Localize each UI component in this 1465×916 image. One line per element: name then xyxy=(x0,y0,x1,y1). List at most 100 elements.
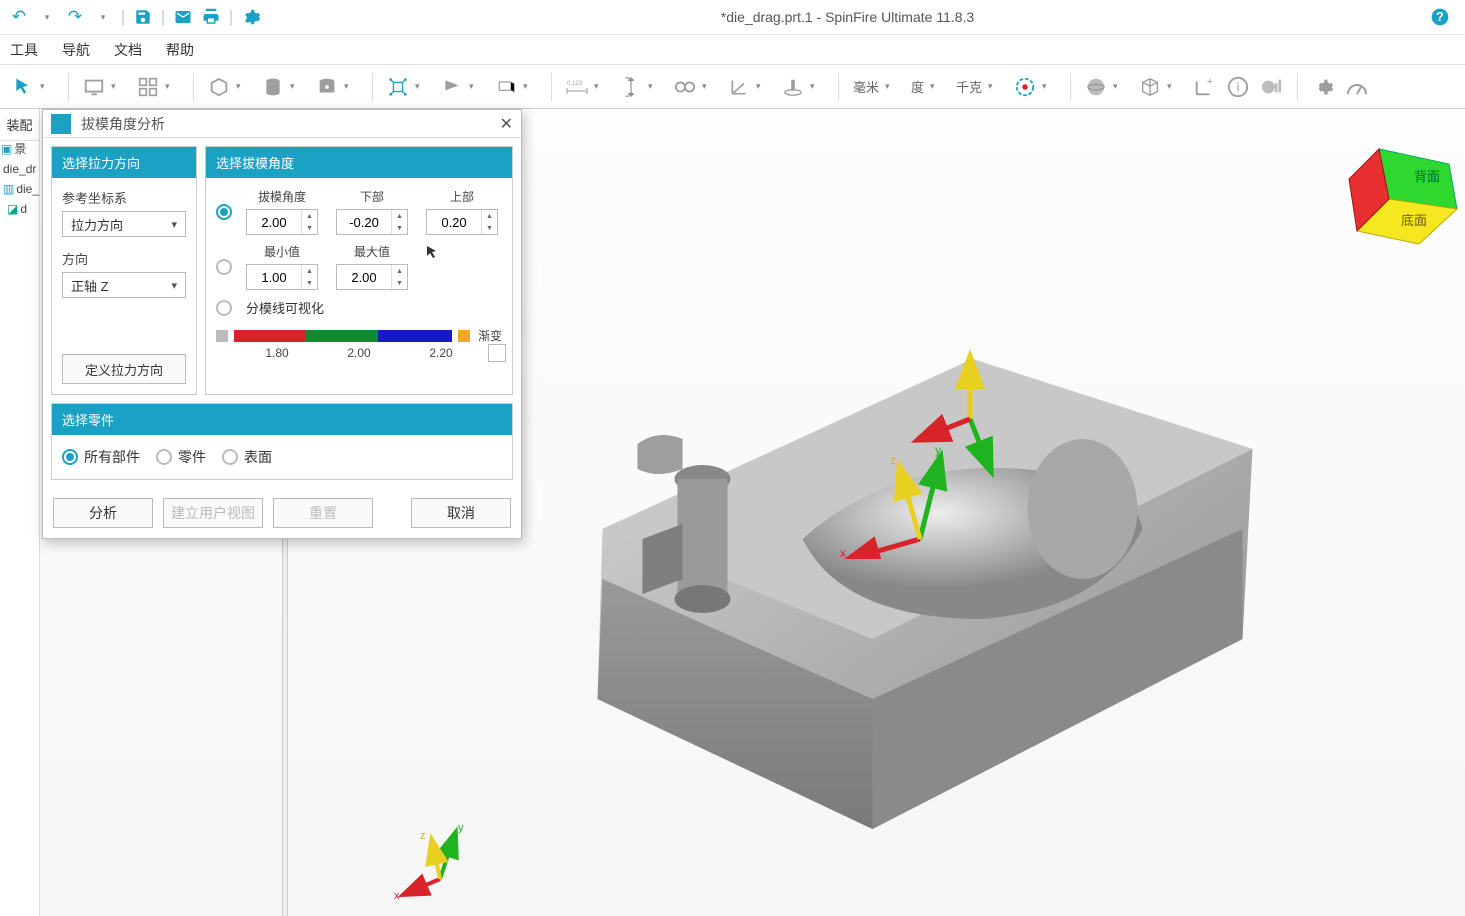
box-nav-icon[interactable] xyxy=(383,72,413,102)
svg-text:z: z xyxy=(890,453,896,467)
menu-tools[interactable]: 工具 xyxy=(10,40,38,60)
close-icon[interactable]: ✕ xyxy=(500,114,513,134)
cube-icon[interactable] xyxy=(204,72,234,102)
dd-icon[interactable]: ▾ xyxy=(930,81,942,92)
angle-mode-radio-1[interactable] xyxy=(216,204,232,220)
spot-icon[interactable] xyxy=(437,72,467,102)
dd-icon[interactable]: ▾ xyxy=(111,81,123,92)
draft-angle-input[interactable]: ▲▼ xyxy=(246,209,318,235)
titlebar: ↶ ▾ ↷ ▾ | | | *die_drag.prt.1 - SpinFire… xyxy=(0,0,1465,35)
model-triad: x y z xyxy=(830,339,1010,559)
print-icon[interactable] xyxy=(198,4,224,30)
gray-swatch xyxy=(216,330,228,342)
dialog-header[interactable]: 拔模角度分析 ✕ xyxy=(43,110,521,138)
gear-cyl-icon[interactable] xyxy=(312,72,342,102)
lower-input[interactable]: ▲▼ xyxy=(336,209,408,235)
menu-nav[interactable]: 导航 xyxy=(62,40,90,60)
reset-button[interactable]: 重置 xyxy=(273,498,373,528)
dd-icon[interactable]: ▾ xyxy=(810,81,822,92)
redo-dd-icon[interactable]: ▾ xyxy=(90,4,116,30)
model-tree[interactable]: ▣景 die_dr ▥die_ ◪d xyxy=(0,139,40,219)
undo-icon[interactable]: ↶ xyxy=(6,4,32,30)
info-icon[interactable]: i xyxy=(1223,72,1253,102)
redo-icon[interactable]: ↷ xyxy=(62,4,88,30)
color-circle-icon[interactable] xyxy=(1010,72,1040,102)
sphere-icon[interactable] xyxy=(1081,72,1111,102)
unit-mass[interactable]: 千克 xyxy=(956,77,982,96)
svg-text:i: i xyxy=(1237,79,1240,94)
screen-icon[interactable] xyxy=(79,72,109,102)
ref-coord-select[interactable]: 拉力方向 xyxy=(62,211,186,237)
main-toolbar: ▾ ▾ ▾ ▾ ▾ ▾ ▾ ▾ ▾ 0.123 ▾ ▾ ▾ ▾ ▾ 毫米 ▾ 度 ▾… xyxy=(0,65,1465,109)
dd-icon[interactable]: ▾ xyxy=(165,81,177,92)
angle-icon[interactable] xyxy=(724,72,754,102)
projection-icon[interactable] xyxy=(491,72,521,102)
dd-icon[interactable]: ▾ xyxy=(344,81,356,92)
axis-plus-icon[interactable]: + xyxy=(1189,72,1219,102)
qat-sep: | xyxy=(158,4,168,30)
cursor-icon xyxy=(426,245,440,259)
parts-all-radio[interactable]: 所有部件 xyxy=(62,447,140,467)
dd-icon[interactable]: ▾ xyxy=(523,81,535,92)
cancel-button[interactable]: 取消 xyxy=(411,498,511,528)
unit-length[interactable]: 毫米 xyxy=(853,77,879,96)
pointer-icon[interactable] xyxy=(8,72,38,102)
probe-icon[interactable] xyxy=(778,72,808,102)
parts-surface-radio[interactable]: 表面 xyxy=(222,447,272,467)
unit-angle[interactable]: 度 xyxy=(911,77,924,96)
vdim-icon[interactable] xyxy=(616,72,646,102)
parts-part-radio[interactable]: 零件 xyxy=(156,447,206,467)
lower-label: 下部 xyxy=(360,188,384,205)
assembly-tab[interactable]: 装配 xyxy=(0,109,39,141)
iso-cube-icon[interactable] xyxy=(1135,72,1165,102)
gear-icon[interactable] xyxy=(1308,72,1338,102)
dim-icon[interactable]: 0.123 xyxy=(562,72,592,102)
dd-icon[interactable]: ▾ xyxy=(415,81,427,92)
nav-cube[interactable]: 背面 底面 xyxy=(1339,139,1459,249)
analyze-button[interactable]: 分析 xyxy=(53,498,153,528)
direction-select[interactable]: 正轴 Z xyxy=(62,272,186,298)
min-label: 最小值 xyxy=(264,243,300,260)
draft-angle-panel: 选择拔模角度 拔模角度 ▲▼ 下部 ▲▼ xyxy=(205,146,513,395)
min-input[interactable]: ▲▼ xyxy=(246,264,318,290)
layout-icon[interactable] xyxy=(133,72,163,102)
dd-icon[interactable]: ▾ xyxy=(1167,81,1179,92)
max-input[interactable]: ▲▼ xyxy=(336,264,408,290)
chart-icon[interactable] xyxy=(1257,72,1287,102)
save-icon[interactable] xyxy=(130,4,156,30)
menu-doc[interactable]: 文档 xyxy=(114,40,142,60)
navcube-face-back: 背面 xyxy=(1414,169,1440,184)
parting-line-radio[interactable] xyxy=(216,300,232,316)
dd-icon[interactable]: ▾ xyxy=(702,81,714,92)
help-icon[interactable]: ? xyxy=(1425,2,1455,32)
tree-node: ▣景 xyxy=(1,139,40,159)
left-panel: 装配 ▣景 die_dr ▥die_ ◪d xyxy=(0,109,40,916)
dd-icon[interactable]: ▾ xyxy=(988,81,1000,92)
dd-icon[interactable]: ▾ xyxy=(290,81,302,92)
mail-icon[interactable] xyxy=(170,4,196,30)
angle-mode-radio-2[interactable] xyxy=(216,259,232,275)
dd-icon[interactable]: ▾ xyxy=(469,81,481,92)
dd-icon[interactable]: ▾ xyxy=(40,81,52,92)
svg-text:x: x xyxy=(394,890,400,902)
dd-icon[interactable]: ▾ xyxy=(756,81,768,92)
dd-icon[interactable]: ▾ xyxy=(1042,81,1054,92)
dd-icon[interactable]: ▾ xyxy=(1113,81,1125,92)
create-userview-button[interactable]: 建立用户视图 xyxy=(163,498,263,528)
ref-coord-label: 参考坐标系 xyxy=(62,188,186,207)
define-pull-button[interactable]: 定义拉力方向 xyxy=(62,354,186,384)
tree-node: die_dr xyxy=(1,159,40,179)
upper-input[interactable]: ▲▼ xyxy=(426,209,498,235)
dd-icon[interactable]: ▾ xyxy=(236,81,248,92)
dd-icon[interactable]: ▾ xyxy=(648,81,660,92)
meter-icon[interactable] xyxy=(1342,72,1372,102)
dd-icon[interactable]: ▾ xyxy=(594,81,606,92)
undo-dd-icon[interactable]: ▾ xyxy=(34,4,60,30)
settings-gear-icon[interactable] xyxy=(238,4,264,30)
menu-help[interactable]: 帮助 xyxy=(166,40,194,60)
cylinder-icon[interactable] xyxy=(258,72,288,102)
dd-icon[interactable]: ▾ xyxy=(885,81,897,92)
orange-swatch xyxy=(458,330,470,342)
link-icon[interactable] xyxy=(670,72,700,102)
gradient-checkbox[interactable] xyxy=(488,344,506,362)
